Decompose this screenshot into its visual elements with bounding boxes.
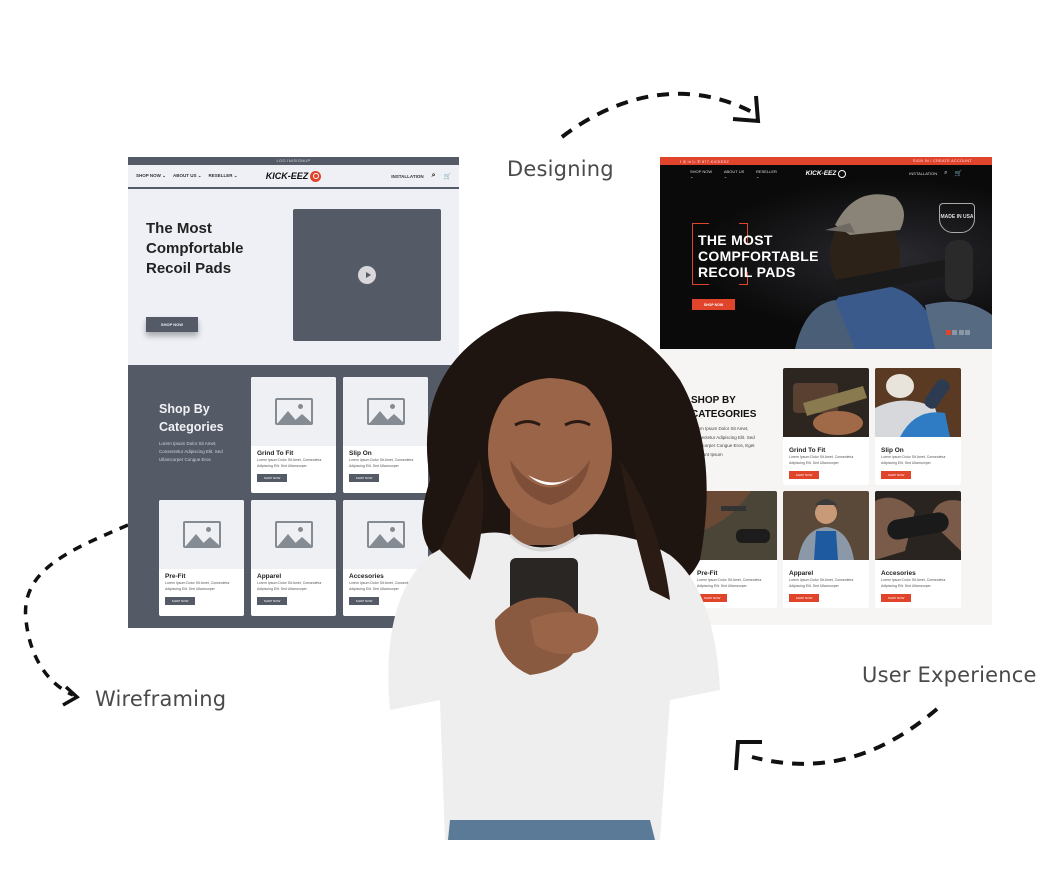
wf-nav-reseller[interactable]: RESELLER ⌄: [208, 173, 237, 179]
cart-icon[interactable]: 🛒: [955, 170, 962, 177]
play-icon[interactable]: [358, 266, 376, 284]
ds-card-button[interactable]: SHOP NOW: [789, 594, 819, 602]
ds-card-desc: Lorem Ipsum Dolor Sit Amet, Consectetur …: [881, 455, 946, 465]
wf-category-card[interactable]: Apparel Lorem Ipsum Dolor Sit Amet, Cons…: [251, 500, 336, 616]
wf-login-bar[interactable]: LOG IN/SIGNUP: [128, 157, 459, 165]
carousel-indicators: [945, 330, 970, 335]
ds-sign-in-link[interactable]: SIGN IN / CREATE ACCOUNT: [913, 159, 972, 163]
slip-on-photo: [875, 368, 961, 437]
ds-hero-title: THE MOST COMPFORTABLE RECOIL PADS: [698, 232, 819, 280]
ds-card-desc: Lorem Ipsum Dolor Sit Amet, Consectetur …: [789, 455, 854, 465]
ux-arrow: [751, 707, 939, 766]
made-in-usa-badge: MADE IN USA: [939, 203, 975, 233]
wf-logo-text: KICK-EEZ: [265, 171, 309, 181]
wf-categories-description: Lorem Ipsum Dolor Sit Amet, Consectetur …: [159, 441, 223, 462]
ds-card-title: Accesories: [881, 570, 916, 577]
wf-card-title: Pre-Fit: [165, 573, 186, 580]
image-placeholder-icon: [182, 521, 221, 548]
ds-nav-installation[interactable]: INSTALLATION: [909, 171, 937, 176]
ds-navbar: SHOP NOW ⌄ ABOUT US ⌄ RESELLER ⌄ KICK-EE…: [660, 165, 992, 182]
wf-nav-installation[interactable]: INSTALLATION: [391, 174, 423, 179]
ds-card-button[interactable]: SHOP NOW: [789, 471, 819, 479]
ds-card-title: Grind To Fit: [789, 447, 826, 454]
logo-target-icon: [838, 169, 847, 178]
ds-card-desc: Lorem Ipsum Dolor Sit Amet, Consectetur …: [789, 578, 854, 588]
wf-categories-title: Shop By Categories: [159, 402, 224, 434]
image-placeholder-icon: [274, 521, 313, 548]
wf-card-title: Grind To Fit: [257, 450, 294, 457]
user-experience-label: User Experience: [862, 663, 1037, 687]
ds-social-contact[interactable]: f ◎ in ▷ ✆ 877-KICKEEZ: [680, 159, 729, 164]
accessories-photo: [875, 491, 961, 560]
grind-to-fit-photo: [783, 368, 869, 437]
ds-card-desc: Lorem Ipsum Dolor Sit Amet, Consectetur …: [881, 578, 946, 588]
search-icon[interactable]: ⌕: [944, 170, 947, 177]
ds-logo-text: KICK-EEZ: [805, 170, 837, 177]
wf-card-button[interactable]: SHOP NOW: [257, 597, 287, 605]
wf-category-card[interactable]: Pre-Fit Lorem Ipsum Dolor Sit Amet, Cons…: [159, 500, 244, 616]
ds-card-title: Slip On: [881, 447, 904, 454]
wf-hero-title: The Most Compfortable Recoil Pads: [146, 220, 244, 277]
carousel-dot[interactable]: [952, 330, 957, 335]
ds-nav-shop-now[interactable]: SHOP NOW ⌄: [690, 169, 716, 179]
ds-card-button[interactable]: SHOP NOW: [881, 471, 911, 479]
wireframing-label: Wireframing: [95, 687, 227, 711]
ds-category-card[interactable]: Accesories Lorem Ipsum Dolor Sit Amet, C…: [875, 491, 961, 608]
wf-card-button[interactable]: SHOP NOW: [165, 597, 195, 605]
designing-arrow: [560, 91, 753, 139]
carousel-dot[interactable]: [965, 330, 970, 335]
wireframing-arrow: [23, 523, 129, 697]
wf-card-button[interactable]: SHOP NOW: [257, 474, 287, 482]
wf-card-desc: Lorem Ipsum Dolor Sit Amet, Consectetur …: [257, 458, 322, 468]
ds-top-bar: f ◎ in ▷ ✆ 877-KICKEEZ SIGN IN / CREATE …: [660, 157, 992, 165]
ux-arrowhead: [734, 740, 762, 771]
wf-card-desc: Lorem Ipsum Dolor Sit Amet, Consectetur …: [257, 581, 322, 591]
ds-category-card[interactable]: Slip On Lorem Ipsum Dolor Sit Amet, Cons…: [875, 368, 961, 485]
wf-navbar: SHOP NOW ⌄ ABOUT US ⌄ RESELLER ⌄ KICK-EE…: [128, 165, 459, 189]
ds-logo[interactable]: KICK-EEZ: [781, 169, 872, 178]
ds-nav-reseller[interactable]: RESELLER ⌄: [756, 169, 781, 179]
wf-card-desc: Lorem Ipsum Dolor Sit Amet, Consectetur …: [165, 581, 230, 591]
wf-category-card[interactable]: Grind To Fit Lorem Ipsum Dolor Sit Amet,…: [251, 377, 336, 493]
apparel-photo: [783, 491, 869, 560]
logo-target-icon: [310, 170, 322, 182]
search-icon[interactable]: ⌕: [432, 172, 436, 180]
wf-nav-shop-now[interactable]: SHOP NOW ⌄: [136, 173, 166, 179]
ds-category-card[interactable]: Apparel Lorem Ipsum Dolor Sit Amet, Cons…: [783, 491, 869, 608]
ds-card-title: Apparel: [789, 570, 814, 577]
wireframing-arrowhead: [62, 685, 80, 707]
wf-nav-about-us[interactable]: ABOUT US ⌄: [173, 173, 202, 179]
ds-card-button[interactable]: SHOP NOW: [881, 594, 911, 602]
ds-nav-about-us[interactable]: ABOUT US ⌄: [724, 169, 748, 179]
designing-arrowhead: [732, 95, 761, 124]
wf-shop-now-button[interactable]: SHOP NOW: [146, 317, 198, 332]
wf-card-title: Apparel: [257, 573, 282, 580]
designing-label: Designing: [507, 157, 614, 181]
wf-logo[interactable]: KICK-EEZ: [241, 170, 346, 182]
woman-with-phone-photo: [388, 311, 720, 840]
image-placeholder-icon: [274, 398, 313, 425]
cart-icon[interactable]: 🛒: [444, 173, 451, 180]
carousel-dot[interactable]: [958, 330, 964, 335]
ds-category-card[interactable]: Grind To Fit Lorem Ipsum Dolor Sit Amet,…: [783, 368, 869, 485]
carousel-dot[interactable]: [945, 330, 951, 335]
